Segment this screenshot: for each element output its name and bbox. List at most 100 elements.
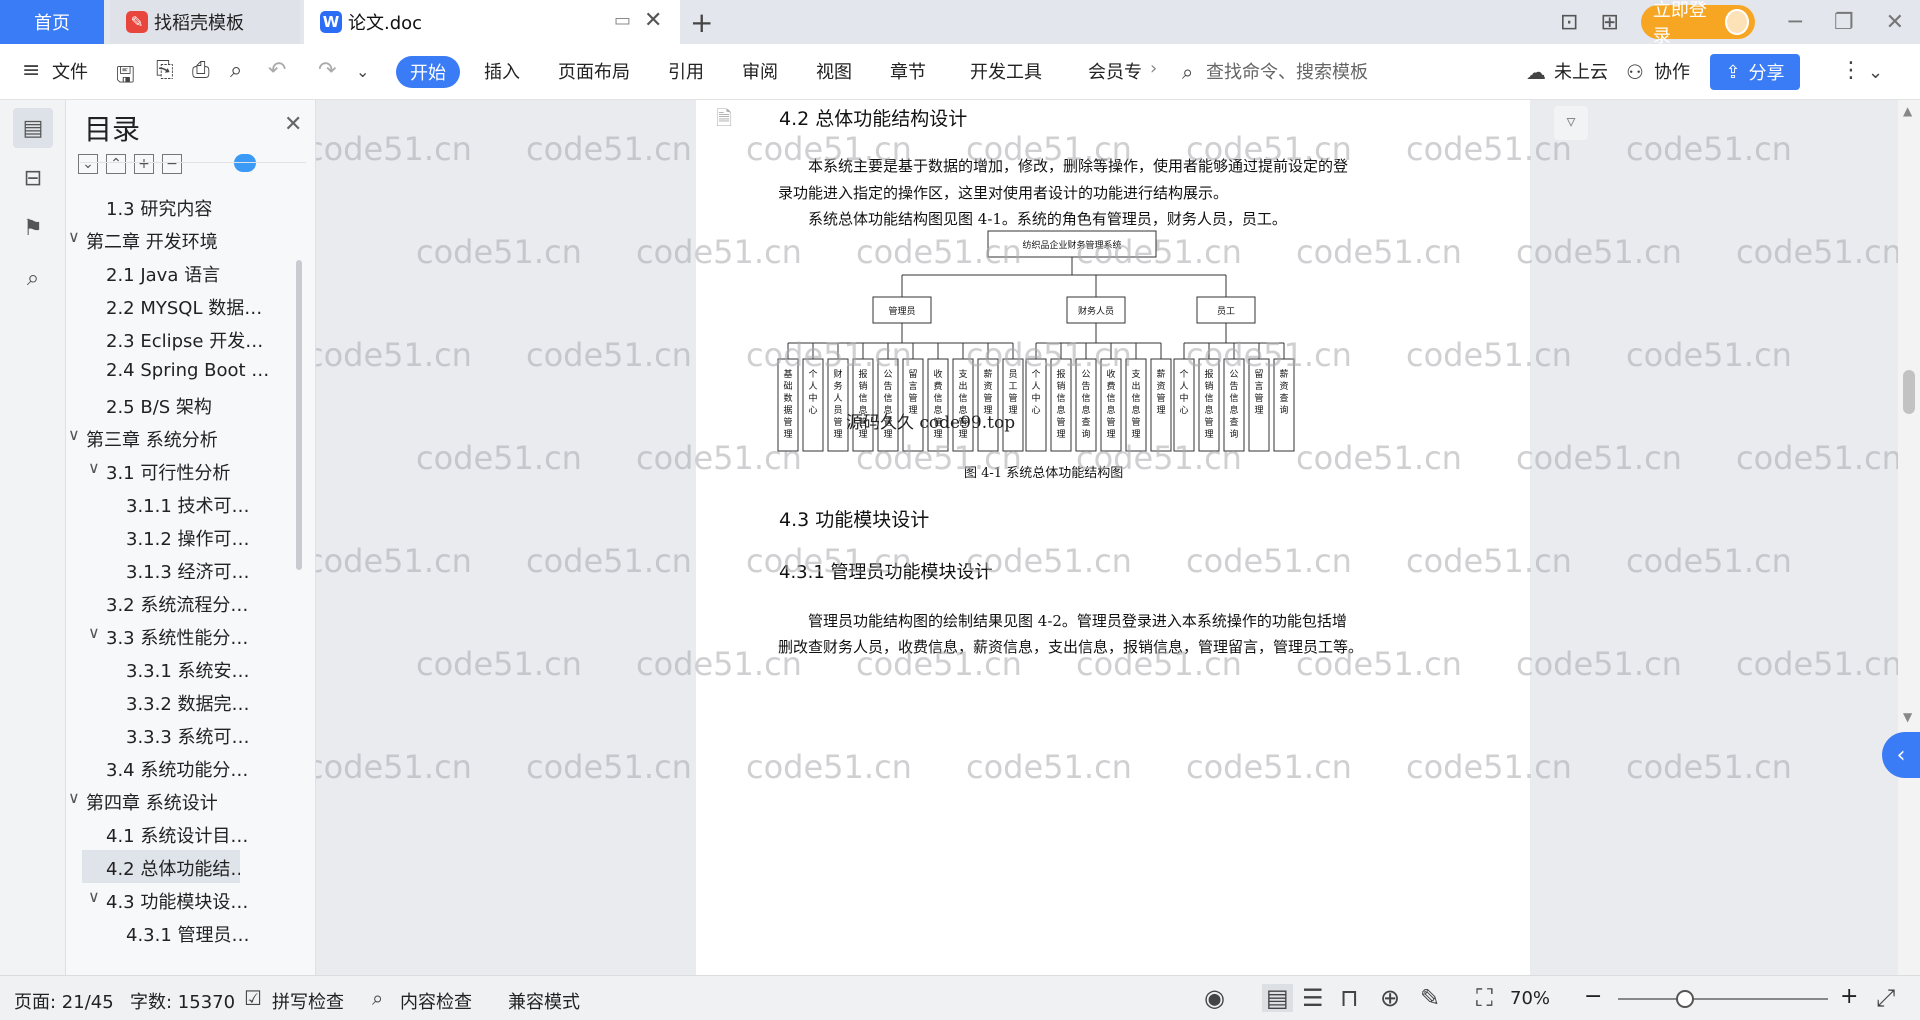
side-panel-toggle-icon[interactable]: ‹ <box>1882 732 1920 778</box>
toc-item[interactable]: 2.3 Eclipse 开发… <box>66 322 316 355</box>
outline-view-icon[interactable]: ☰ <box>1302 984 1324 1012</box>
tab-insert[interactable]: 插入 <box>484 58 520 84</box>
scroll-thumb[interactable] <box>1903 370 1915 414</box>
customize-chevron-icon[interactable]: ⌄ <box>356 62 369 81</box>
toc-item[interactable]: 3.2 系统流程分… <box>66 586 316 619</box>
zoom-in-icon[interactable]: + <box>1840 984 1858 1009</box>
cloud-status[interactable]: 未上云 <box>1554 58 1608 84</box>
toc-panel-icon[interactable]: ▤ <box>13 108 53 148</box>
tab-view[interactable]: 视图 <box>816 58 852 84</box>
close-tab-icon[interactable]: ✕ <box>644 8 662 33</box>
tab-review[interactable]: 审阅 <box>742 58 778 84</box>
save-icon[interactable]: 🖫 <box>116 58 135 96</box>
toc-item[interactable]: ∨ 3.3 系统性能分… <box>66 619 316 652</box>
toc-item[interactable]: ∨ 第三章 系统分析 <box>66 421 316 454</box>
toc-expand-chevron-icon[interactable]: ∨ <box>68 227 80 246</box>
toc-item[interactable]: 2.4 Spring Boot … <box>66 355 316 388</box>
close-window-icon[interactable]: ✕ <box>1886 10 1904 35</box>
collapse-ribbon-icon[interactable]: ⌄ <box>1868 62 1883 83</box>
toc-item[interactable]: ∨ 第二章 开发环境 <box>66 223 316 256</box>
search-panel-icon[interactable]: ⌕ <box>13 258 53 298</box>
toc-expand-chevron-icon[interactable]: ∨ <box>68 425 80 444</box>
menu-icon[interactable]: ≡ <box>22 58 40 83</box>
toc-item[interactable]: ∨ 4.3 功能模块设… <box>66 883 316 916</box>
document-page[interactable]: 🗎 4.2 总体功能结构设计 本系统主要是基于数据的增加，修改，删除等操作，使用… <box>696 100 1530 975</box>
word-count[interactable]: 字数: 15370 <box>130 988 235 1014</box>
vertical-scrollbar[interactable]: ▲ ▼ <box>1898 100 1920 975</box>
toc-item[interactable]: 3.3.1 系统安… <box>66 652 316 685</box>
fit-page-icon[interactable]: ⛶ <box>1476 984 1493 1012</box>
scroll-down-icon[interactable]: ▼ <box>1903 710 1912 724</box>
toc-expand-chevron-icon[interactable]: ∨ <box>88 458 100 477</box>
toc-item[interactable]: 3.3.3 系统可… <box>66 718 316 751</box>
toc-expand-chevron-icon[interactable]: ∨ <box>88 623 100 642</box>
web-view-icon[interactable]: ⊕ <box>1380 984 1400 1012</box>
toc-item[interactable]: 2.1 Java 语言 <box>66 256 316 289</box>
share-button[interactable]: ⇪ 分享 <box>1710 54 1800 90</box>
page-indicator[interactable]: 页面: 21/45 <box>14 988 114 1014</box>
page-view-icon[interactable]: ▤ <box>1262 984 1293 1012</box>
toc-scrollbar[interactable] <box>296 260 302 570</box>
tab-page-layout[interactable]: 页面布局 <box>558 58 630 84</box>
collapse-all-icon[interactable]: ⌄ <box>78 154 98 174</box>
tab-reference[interactable]: 引用 <box>668 58 704 84</box>
reading-view-icon[interactable]: ⊓ <box>1340 984 1359 1012</box>
toc-item[interactable]: 1.3 研究内容 <box>66 190 316 223</box>
toc-item[interactable]: ∨ 3.1 可行性分析 <box>66 454 316 487</box>
zoom-slider[interactable] <box>1618 998 1828 1000</box>
restore-icon[interactable]: ❐ <box>1834 10 1854 35</box>
ai-toc-icon[interactable] <box>234 154 256 172</box>
toc-expand-chevron-icon[interactable]: ∨ <box>68 788 80 807</box>
screen-icon[interactable]: ▭ <box>614 10 631 31</box>
toc-item[interactable]: 3.4 系统功能分… <box>66 751 316 784</box>
zoom-out-icon[interactable]: − <box>1584 984 1602 1009</box>
collab-button[interactable]: 协作 <box>1654 58 1690 84</box>
more-icon[interactable]: ⋮ <box>1840 58 1862 83</box>
content-check-button[interactable]: 内容检查 <box>400 988 472 1014</box>
page-tag-icon[interactable]: 🗎 <box>716 104 732 138</box>
bookmark-icon[interactable]: ⚑ <box>13 208 53 248</box>
export-icon[interactable]: ⎘ <box>156 58 174 83</box>
apps-grid-icon[interactable]: ⊞ <box>1600 10 1618 35</box>
toc-item[interactable]: 4.2 总体功能结… <box>82 850 240 883</box>
toc-item[interactable]: 3.1.2 操作可… <box>66 520 316 553</box>
tab-devtools[interactable]: 开发工具 <box>970 58 1042 84</box>
close-toc-icon[interactable]: ✕ <box>284 112 302 137</box>
tab-start[interactable]: 开始 <box>396 56 460 88</box>
tab-document[interactable]: W 论文.doc ▭ ✕ <box>304 0 680 44</box>
toc-item[interactable]: 2.2 MYSQL 数据… <box>66 289 316 322</box>
zoom-slider-thumb[interactable] <box>1676 990 1694 1008</box>
add-heading-icon[interactable]: + <box>134 154 154 174</box>
more-tabs-icon[interactable]: › <box>1150 58 1157 79</box>
toc-item[interactable]: 4.1 系统设计目… <box>66 817 316 850</box>
search-input[interactable]: 查找命令、搜索模板 <box>1206 58 1368 84</box>
outline-icon[interactable]: ⊟ <box>13 158 53 198</box>
zoom-level[interactable]: 70% <box>1510 988 1550 1009</box>
layout-icon[interactable]: ⊡ <box>1560 10 1578 35</box>
undo-icon[interactable]: ↶ <box>268 58 286 83</box>
login-button[interactable]: 立即登录 <box>1640 0 1755 47</box>
redo-icon[interactable]: ↷ <box>318 58 336 83</box>
expand-up-icon[interactable]: ⌃ <box>106 154 126 174</box>
write-view-icon[interactable]: ✎ <box>1420 984 1440 1012</box>
toc-item[interactable]: 4.3.1 管理员… <box>66 916 316 949</box>
print-preview-icon[interactable]: ⌕ <box>230 58 242 83</box>
tab-chapter[interactable]: 章节 <box>890 58 926 84</box>
toc-expand-chevron-icon[interactable]: ∨ <box>88 887 100 906</box>
tab-home[interactable]: 首页 <box>0 0 104 44</box>
toc-item[interactable]: ∨ 第四章 系统设计 <box>66 784 316 817</box>
toc-item[interactable]: 3.1.3 经济可… <box>66 553 316 586</box>
tab-member[interactable]: 会员专 <box>1088 58 1142 84</box>
toc-item[interactable]: 3.3.2 数据完… <box>66 685 316 718</box>
toc-item[interactable]: 3.1.1 技术可… <box>66 487 316 520</box>
print-icon[interactable]: ⎙ <box>192 58 210 83</box>
spellcheck-button[interactable]: 拼写检查 <box>272 988 344 1014</box>
fullscreen-icon[interactable]: ⤢ <box>1876 984 1895 1012</box>
remove-heading-icon[interactable]: − <box>162 154 182 174</box>
menu-file[interactable]: 文件 <box>52 58 88 84</box>
tab-template[interactable]: ✎ 找稻壳模板 <box>110 0 300 44</box>
toc-item[interactable]: 2.5 B/S 架构 <box>66 388 316 421</box>
scroll-up-icon[interactable]: ▲ <box>1903 104 1912 118</box>
eye-protect-icon[interactable]: ◉ <box>1204 984 1225 1012</box>
minimize-icon[interactable]: ─ <box>1789 10 1802 35</box>
